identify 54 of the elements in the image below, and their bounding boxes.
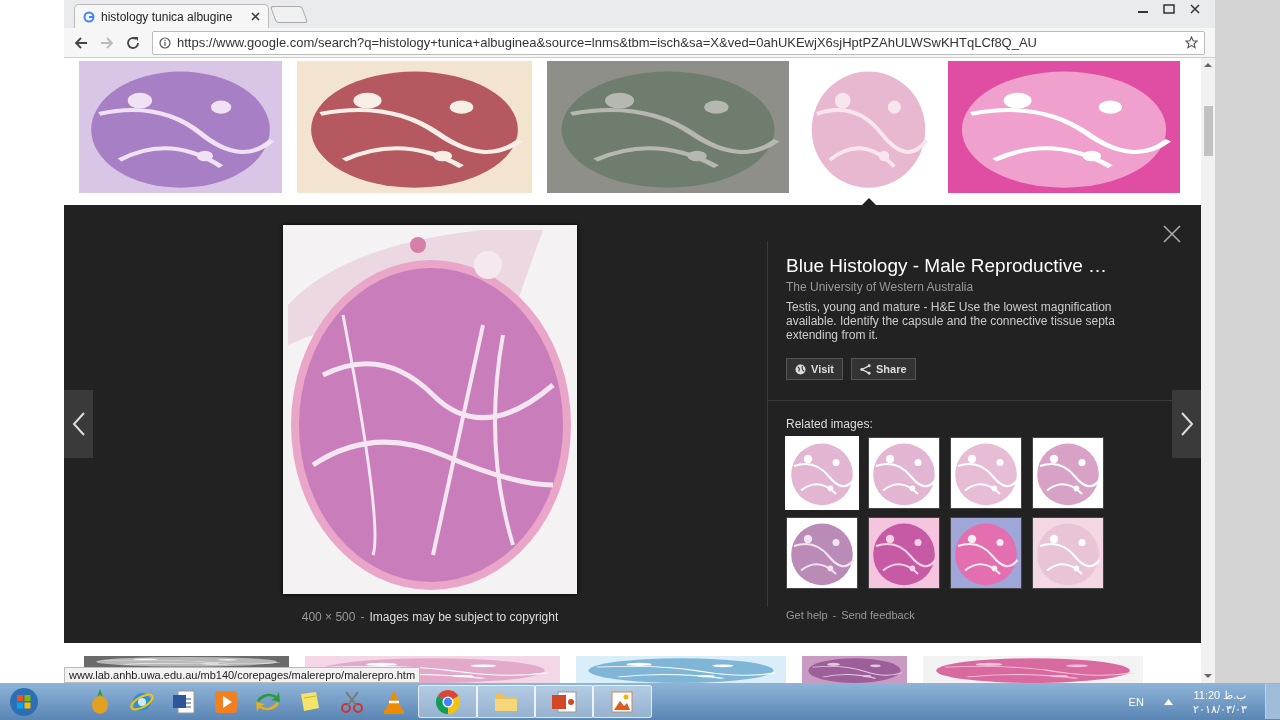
related-image[interactable] xyxy=(950,437,1022,509)
address-field[interactable]: https://www.google.com/search?q=histology+tunica+albuginea&source=lnms&tbm=isch&sa=X&ved=0ahUKEwjX6sjHptPZAhULWSwKHTqLCf8Q_AU xyxy=(152,30,1205,55)
separator: - xyxy=(832,609,837,621)
close-icon[interactable] xyxy=(1163,225,1181,243)
send-feedback-link[interactable]: Send feedback xyxy=(841,609,915,621)
clock-date: ۲۰۱۸/۰۳/۰۳ xyxy=(1192,701,1247,716)
star-icon[interactable] xyxy=(1185,36,1198,49)
source-name: The University of Western Australia xyxy=(786,280,975,294)
taskbar-app[interactable] xyxy=(418,685,478,718)
note-icon xyxy=(298,689,322,714)
maximize-icon[interactable] xyxy=(1163,4,1175,14)
chevron-right-icon xyxy=(1179,411,1194,437)
get-help-link[interactable]: Get help xyxy=(786,609,828,621)
close-icon[interactable] xyxy=(251,12,260,21)
presentation-icon xyxy=(551,689,577,714)
next-button[interactable] xyxy=(1172,390,1201,458)
share-icon xyxy=(860,363,872,375)
scroll-down-icon[interactable] xyxy=(1204,673,1212,679)
close-icon[interactable] xyxy=(1189,4,1201,14)
visit-button[interactable]: Visit xyxy=(786,358,844,380)
separator: - xyxy=(360,609,365,624)
image-size: 400 × 500 xyxy=(301,609,356,624)
share-button[interactable]: Share xyxy=(851,358,916,380)
photo-viewer-icon xyxy=(610,689,634,714)
scroll-thumb[interactable] xyxy=(1203,106,1213,156)
reload-icon[interactable] xyxy=(126,35,140,50)
back-icon[interactable] xyxy=(74,35,88,50)
related-image[interactable] xyxy=(950,517,1022,589)
related-image[interactable] xyxy=(868,517,940,589)
cone-icon xyxy=(382,688,406,715)
previous-button[interactable] xyxy=(64,390,93,458)
scissors-icon xyxy=(340,689,364,714)
clock-time: 11:20 ب.ظ xyxy=(1193,687,1247,702)
related-image[interactable] xyxy=(868,437,940,509)
related-image[interactable] xyxy=(786,517,858,589)
description: Testis, young and mature - H&E Use the lowest magnification available. Identify the capsule and the connective tissue septa extending from it. xyxy=(786,300,1116,342)
related-image[interactable] xyxy=(1032,437,1104,509)
chevron-left-icon xyxy=(71,411,86,437)
chrome-icon xyxy=(435,688,461,715)
taskbar-app[interactable] xyxy=(534,685,594,718)
taskbar-app[interactable] xyxy=(592,685,652,718)
browser-tab[interactable]: histology tunica albugine xyxy=(74,4,269,28)
document-icon xyxy=(172,688,196,715)
google-icon xyxy=(83,10,95,23)
tray-arrow-icon[interactable] xyxy=(1163,698,1173,705)
copyright-note: Images may be subject to copyright xyxy=(369,609,559,624)
related-image[interactable] xyxy=(1032,517,1104,589)
result-title[interactable]: Blue Histology - Male Reproductive … xyxy=(786,255,1154,277)
globe-icon xyxy=(795,363,806,375)
related-images-label: Related images: xyxy=(786,417,874,431)
scroll-up-icon[interactable] xyxy=(1204,62,1212,68)
status-url: www.lab.anhb.uwa.edu.au/mb140/corepages/malerepro/malerepro.htm xyxy=(64,667,421,683)
info-icon xyxy=(159,36,171,49)
play-icon xyxy=(214,689,238,714)
